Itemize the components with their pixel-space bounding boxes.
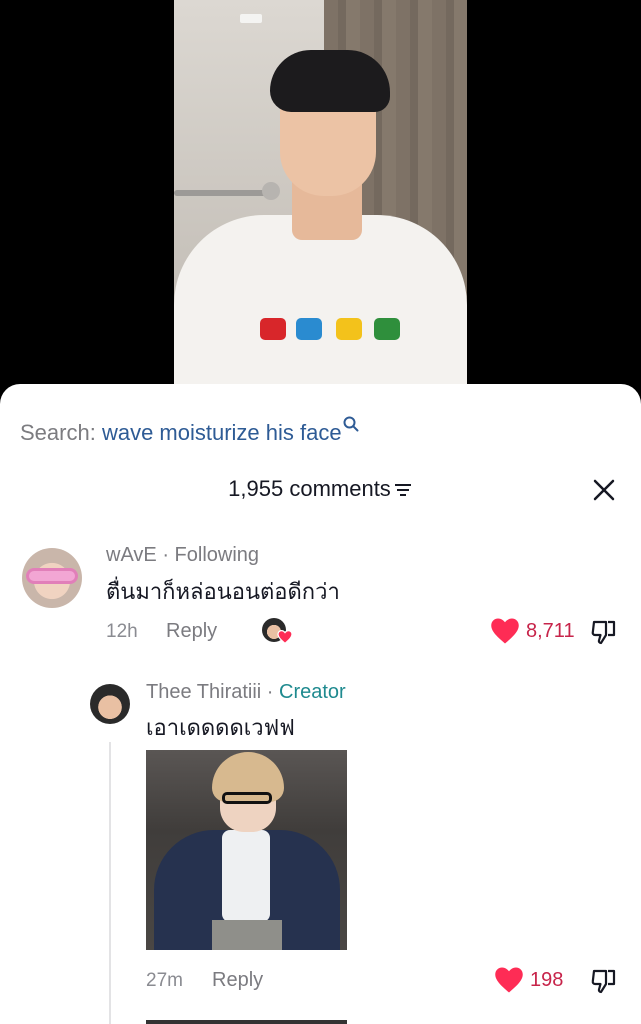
reply-reply-button[interactable]: Reply [212, 969, 263, 992]
avatar[interactable] [22, 548, 82, 608]
video-person-shirt [174, 215, 467, 400]
video-frame [174, 0, 467, 400]
dislike-icon[interactable] [590, 618, 618, 646]
image-person-shirt [222, 830, 270, 922]
close-icon [593, 479, 615, 501]
reply-time: 27m [146, 970, 183, 991]
reply-like-button[interactable]: 198 [494, 966, 563, 994]
search-prefix: Search: [20, 420, 96, 445]
heart-icon [495, 967, 523, 993]
dislike-icon[interactable] [590, 967, 618, 995]
comment-username[interactable]: wAvE · Following [106, 544, 259, 567]
image-person-glasses [222, 792, 272, 804]
like-button[interactable]: 8,711 [490, 617, 575, 645]
reply-button[interactable]: Reply [166, 620, 217, 643]
reply-username[interactable]: Thee Thiratiii · Creator [146, 681, 346, 704]
reply-text: เอาเดดดดเวฟฟ [146, 716, 295, 741]
creator-liked-heart-icon [277, 630, 293, 644]
filter-icon[interactable] [393, 478, 413, 496]
reply-avatar[interactable] [90, 684, 130, 724]
search-term[interactable]: wave moisturize his face [102, 420, 342, 445]
thread-line [109, 742, 111, 1024]
badge-separator: · [261, 681, 280, 703]
comment-count: 1,955 comments [228, 476, 391, 501]
video-lamp [240, 14, 262, 23]
image-person-pants [212, 920, 282, 950]
reply-like-count: 198 [530, 968, 564, 991]
close-button[interactable] [590, 476, 618, 504]
video-person-hair [270, 50, 390, 112]
search-suggestion[interactable]: Search: wave moisturize his face [20, 412, 359, 446]
heart-icon [491, 618, 519, 644]
search-icon[interactable] [343, 412, 359, 432]
shirt-print-yellow [336, 318, 362, 340]
shirt-print-green [374, 318, 400, 340]
comment-text: ตื่นมาก็หล่อนอนต่อดีกว่า [106, 580, 340, 605]
comments-header: 1,955 comments [0, 476, 641, 502]
comment-time: 12h [106, 621, 138, 642]
video-player[interactable] [0, 0, 641, 400]
shirt-print-blue [296, 318, 322, 340]
next-reply-image-edge [146, 1020, 347, 1024]
shirt-print-red [260, 318, 286, 340]
reply-username-text[interactable]: Thee Thiratiii [146, 681, 261, 703]
like-count: 8,711 [526, 619, 575, 642]
relation-label: · Following [156, 544, 260, 566]
username-text[interactable]: wAvE [106, 544, 157, 566]
reply-image[interactable] [146, 750, 347, 950]
avatar-glasses [26, 568, 78, 584]
video-knob [262, 182, 280, 200]
comments-sheet: Search: wave moisturize his face 1,955 c… [0, 384, 641, 1024]
creator-badge: Creator [279, 681, 346, 703]
